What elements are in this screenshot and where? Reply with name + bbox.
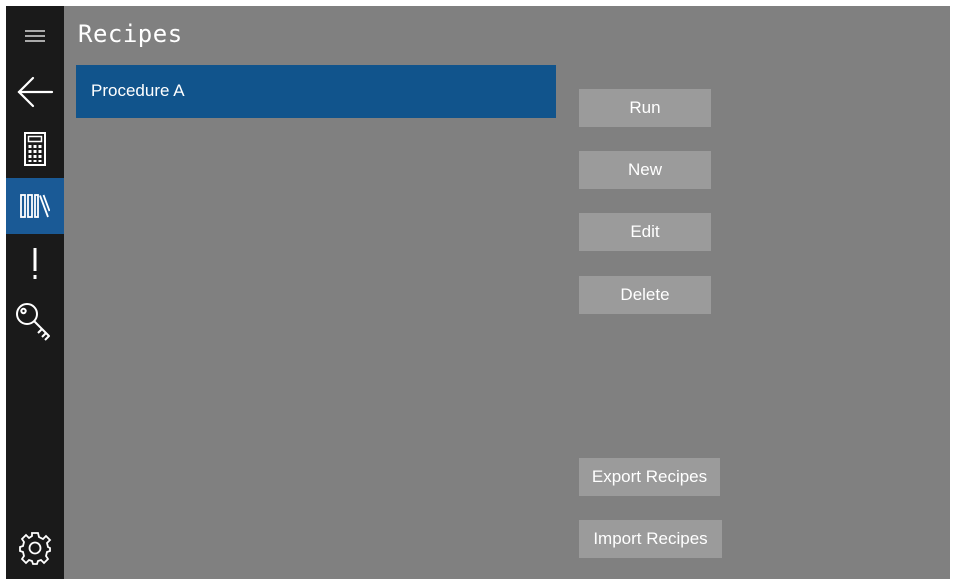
edit-button[interactable]: Edit — [579, 213, 711, 251]
recipe-list: Procedure A — [76, 65, 556, 118]
nav-item-library[interactable] — [6, 178, 64, 234]
nav-item-settings[interactable] — [6, 520, 64, 576]
nav-item-alerts[interactable] — [6, 236, 64, 292]
delete-button[interactable]: Delete — [579, 276, 711, 314]
nav-item-security[interactable] — [6, 294, 64, 350]
list-item[interactable]: Procedure A — [76, 65, 556, 118]
calculator-icon — [24, 132, 46, 166]
page-title: Recipes — [78, 20, 183, 48]
export-recipes-button[interactable]: Export Recipes — [579, 458, 720, 496]
menu-icon — [25, 30, 45, 42]
key-icon — [16, 303, 50, 341]
nav-rail — [6, 6, 64, 579]
nav-item-back[interactable] — [6, 64, 64, 120]
nav-item-calculator[interactable] — [6, 121, 64, 177]
gear-icon — [19, 532, 52, 565]
import-recipes-button[interactable]: Import Recipes — [579, 520, 722, 558]
back-arrow-icon — [17, 76, 54, 108]
nav-item-menu[interactable] — [6, 10, 64, 62]
exclamation-icon — [33, 248, 37, 279]
app-window: Recipes Procedure A Run New Edit Delete … — [6, 6, 950, 579]
run-button[interactable]: Run — [579, 89, 711, 127]
library-icon — [20, 194, 50, 218]
new-button[interactable]: New — [579, 151, 711, 189]
